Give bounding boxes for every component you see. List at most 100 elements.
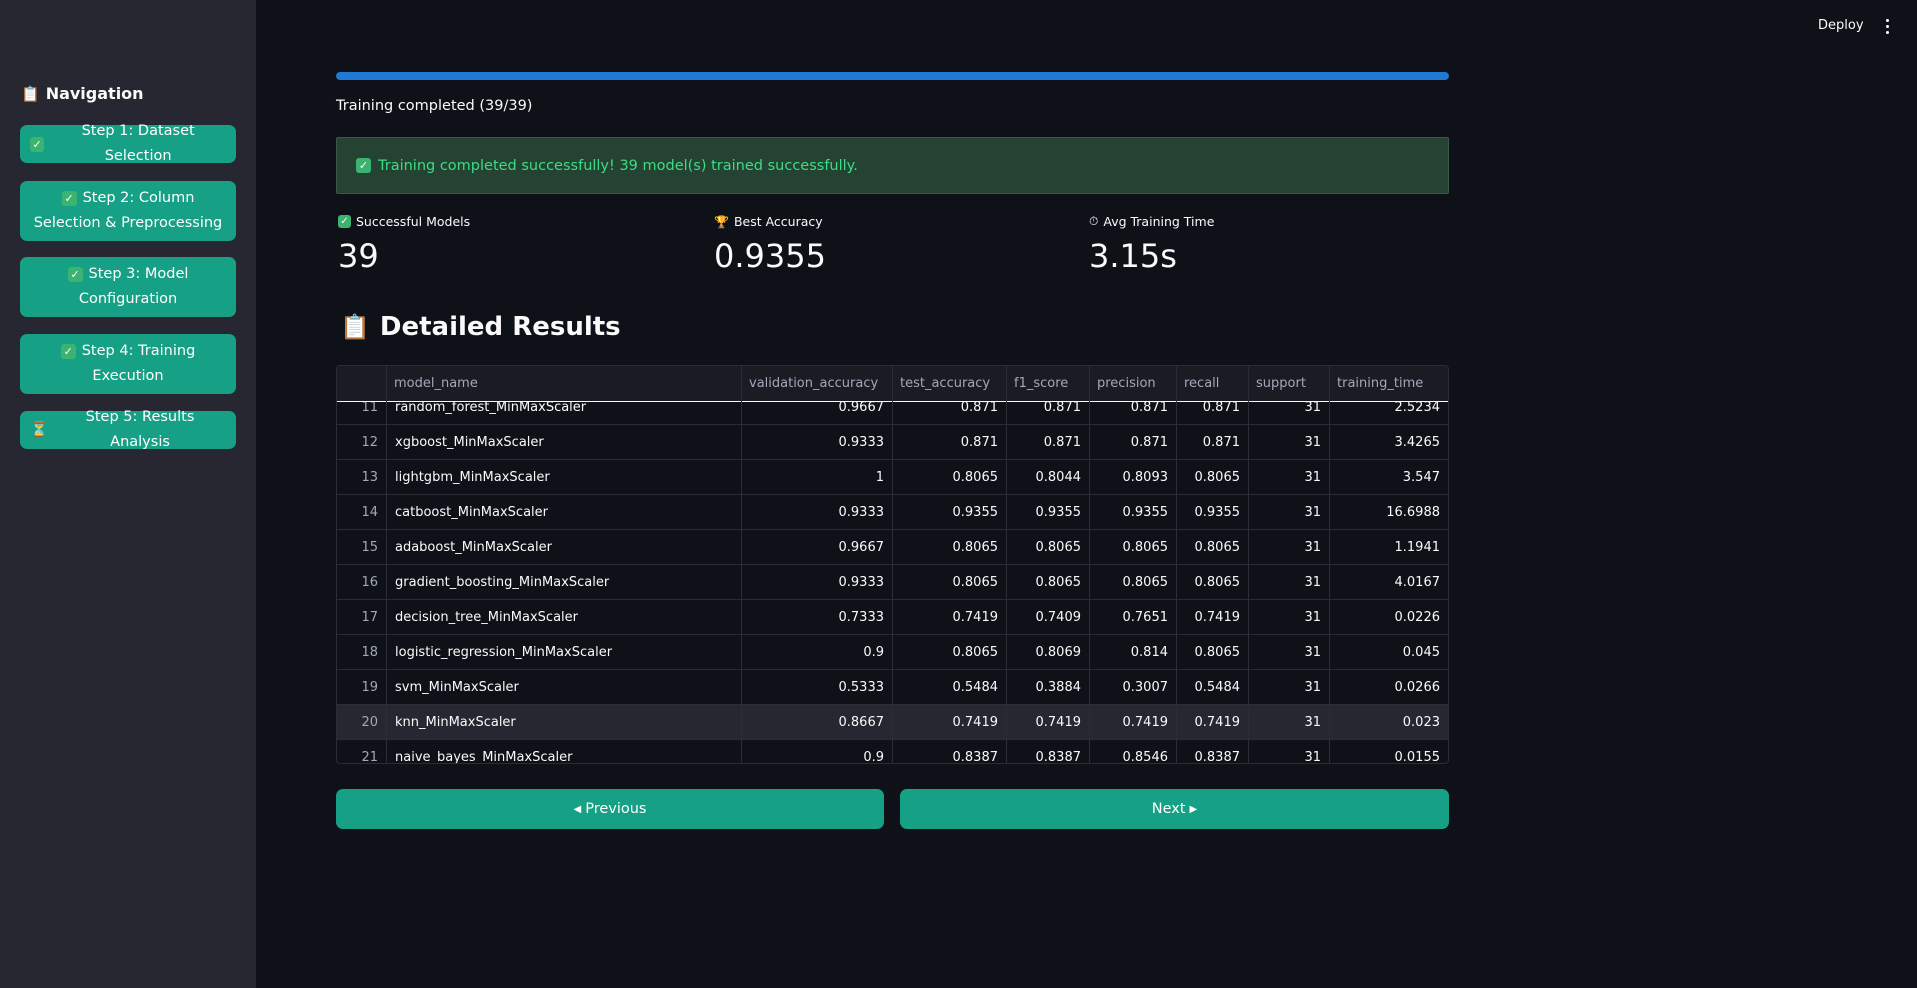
table-row[interactable]: 13 lightgbm_MinMaxScaler 1 0.8065 0.8044 0.80… [337, 460, 1448, 495]
column-header[interactable]: support [1249, 366, 1330, 402]
table-cell: adaboost_MinMaxScaler [387, 530, 742, 565]
table-cell: 0.5484 [1177, 670, 1249, 705]
metric-best-accuracy: 🏆 Best Accuracy 0.9355 [714, 214, 826, 275]
table-cell: decision_tree_MinMaxScaler [387, 600, 742, 635]
column-header[interactable]: f1_score [1007, 366, 1090, 402]
table-cell: 0.9333 [742, 565, 893, 600]
sidebar-item-model-configuration[interactable]: ✓ Step 3: Model Configuration [20, 257, 236, 317]
sidebar-item-training-execution[interactable]: ✓ Step 4: Training Execution [20, 334, 236, 394]
row-index: 17 [337, 600, 387, 635]
table-cell: 0.8065 [1177, 635, 1249, 670]
success-alert-text: Training completed successfully! 39 mode… [378, 157, 858, 174]
table-row[interactable]: 16 gradient_boosting_MinMaxScaler 0.9333 0.… [337, 565, 1448, 600]
table-cell: 0.8387 [1177, 740, 1249, 763]
table-cell: 31 [1249, 425, 1330, 460]
table-cell: 0.7419 [1007, 705, 1090, 740]
column-header[interactable] [337, 366, 387, 402]
table-cell: 0.8065 [893, 565, 1007, 600]
column-header[interactable]: model_name [387, 366, 742, 402]
table-body: 11 random_forest_MinMaxScaler 0.9667 0.871 0… [337, 390, 1448, 764]
table-cell: 0.7419 [1177, 600, 1249, 635]
row-index: 16 [337, 565, 387, 600]
column-header[interactable]: training_time [1330, 366, 1448, 402]
table-cell: 0.7651 [1090, 600, 1177, 635]
table-cell: naive_bayes_MinMaxScaler [387, 740, 742, 763]
row-index: 15 [337, 530, 387, 565]
caret-right-icon: ▶ [1189, 803, 1198, 815]
previous-button[interactable]: ◀ Previous [336, 789, 884, 829]
table-cell: 0.3007 [1090, 670, 1177, 705]
trophy-icon: 🏆 [714, 214, 729, 229]
table-cell: 0.9355 [1177, 495, 1249, 530]
sidebar-item-label: Step 4: Training Execution [81, 343, 196, 384]
table-cell: 0.8065 [893, 460, 1007, 495]
table-cell: 0.8065 [1090, 565, 1177, 600]
nav-title-label: Navigation [45, 84, 144, 103]
table-row[interactable]: 20 knn_MinMaxScaler 0.8667 0.7419 0.7419 0.74… [337, 705, 1448, 740]
table-cell: 0.8069 [1007, 635, 1090, 670]
table-cell: 0.7419 [1177, 705, 1249, 740]
check-icon: ✓ [61, 191, 77, 206]
progress-text: Training completed (39/39) [336, 98, 533, 114]
deploy-button[interactable]: Deploy [1818, 18, 1864, 33]
table-cell: 1 [742, 460, 893, 495]
row-index: 13 [337, 460, 387, 495]
results-table[interactable]: 11 random_forest_MinMaxScaler 0.9667 0.871 0… [336, 365, 1449, 764]
metric-value: 39 [338, 237, 379, 275]
sidebar-item-label: Step 3: Model Configuration [78, 266, 189, 307]
table-row[interactable]: 21 naive_bayes_MinMaxScaler 0.9 0.8387 0.838… [337, 740, 1448, 764]
table-cell: 0.8546 [1090, 740, 1177, 763]
table-row[interactable]: 17 decision_tree_MinMaxScaler 0.7333 0.7419… [337, 600, 1448, 635]
column-header[interactable]: precision [1090, 366, 1177, 402]
table-cell: 16.6988 [1386, 505, 1440, 520]
table-cell: 31 [1249, 565, 1330, 600]
table-cell: 31 [1249, 635, 1330, 670]
check-icon: ✓ [356, 158, 371, 173]
table-cell: 31 [1249, 495, 1330, 530]
sidebar-item-dataset-selection[interactable]: ✓ Step 1: Dataset Selection [20, 123, 236, 164]
table-cell: 0.9333 [742, 495, 893, 530]
metric-label: Best Accuracy [733, 214, 823, 229]
progress-fill [336, 72, 1449, 80]
metric-label: Successful Models [356, 214, 471, 229]
table-cell: 0.9355 [1090, 495, 1177, 530]
column-header[interactable]: recall [1177, 366, 1249, 402]
stopwatch-icon: ⏱ [1089, 214, 1099, 228]
table-cell: 0.8065 [1007, 565, 1090, 600]
column-header[interactable]: test_accuracy [893, 366, 1007, 402]
table-cell: 4.0167 [1394, 575, 1441, 590]
table-cell: 31 [1249, 670, 1330, 705]
table-cell: 0.8065 [1177, 460, 1249, 495]
metric-value: 0.9355 [714, 237, 826, 275]
table-cell: 0.871 [1090, 425, 1177, 460]
table-cell: 0.7409 [1007, 600, 1090, 635]
table-row[interactable]: 15 adaboost_MinMaxScaler 0.9667 0.8065 0.806… [337, 530, 1448, 565]
table-cell: 0.8065 [1090, 530, 1177, 565]
next-button[interactable]: Next ▶ [900, 789, 1449, 829]
table-cell: 0.0155 [1394, 750, 1441, 764]
table-cell: 0.8387 [893, 740, 1007, 763]
table-row[interactable]: 19 svm_MinMaxScaler 0.5333 0.5484 0.3884 0.30… [337, 670, 1448, 705]
table-cell: 0.8044 [1007, 460, 1090, 495]
table-cell: 0.7419 [893, 705, 1007, 740]
table-cell: 0.9355 [893, 495, 1007, 530]
table-cell: 0.023 [1402, 715, 1440, 730]
table-cell: xgboost_MinMaxScaler [387, 425, 742, 460]
table-cell: lightgbm_MinMaxScaler [387, 460, 742, 495]
row-index: 20 [337, 705, 387, 740]
table-row[interactable]: 14 catboost_MinMaxScaler 0.9333 0.9355 0.935… [337, 495, 1448, 530]
table-row[interactable]: 18 logistic_regression_MinMaxScaler 0.9 0.8… [337, 635, 1448, 670]
table-cell: 0.045 [1402, 645, 1440, 660]
section-title: 📋 Detailed Results [340, 312, 621, 342]
table-cell: 0.5333 [742, 670, 893, 705]
progress-bar [336, 72, 1449, 80]
sidebar-item-results-analysis[interactable]: ⏳ Step 5: Results Analysis [20, 409, 236, 450]
check-icon: ✓ [67, 267, 83, 282]
table-cell: 0.8065 [1177, 565, 1249, 600]
nav-title: 📋 Navigation [21, 84, 144, 103]
more-options-icon[interactable] [1882, 16, 1892, 36]
sidebar-item-column-selection[interactable]: ✓ Step 2: Column Selection & Preprocessin… [20, 181, 236, 241]
column-header[interactable]: validation_accuracy [742, 366, 893, 402]
table-row[interactable]: 12 xgboost_MinMaxScaler 0.9333 0.871 0.871 0.… [337, 425, 1448, 460]
table-cell: 0.9 [742, 740, 893, 763]
